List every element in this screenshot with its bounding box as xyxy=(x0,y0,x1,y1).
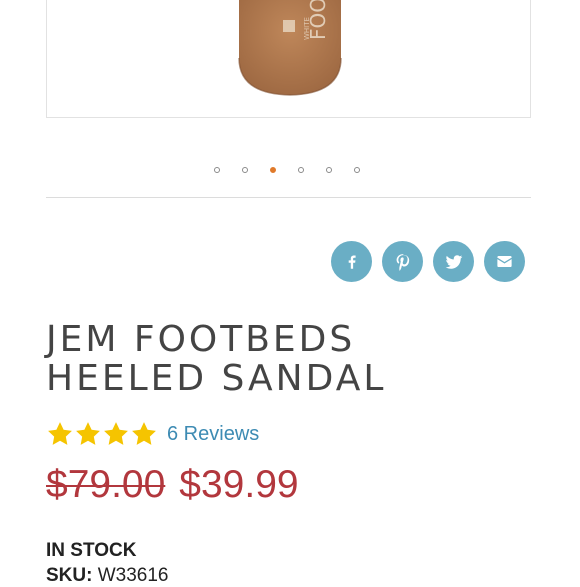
share-pinterest-button[interactable] xyxy=(382,241,423,282)
sandal-footbed-image: WHITE FOOT xyxy=(238,0,342,96)
star-icon xyxy=(48,422,72,445)
footbed-imprint: FOOT xyxy=(306,0,330,40)
carousel-dot-5[interactable] xyxy=(326,167,332,173)
twitter-icon xyxy=(445,254,462,269)
product-title-line-1: JEM FOOTBEDS xyxy=(46,319,356,360)
facebook-icon xyxy=(348,254,356,269)
email-icon xyxy=(497,255,512,268)
section-divider xyxy=(46,197,531,198)
share-facebook-button[interactable] xyxy=(331,241,372,282)
sku-value: W33616 xyxy=(97,565,169,586)
star-icon xyxy=(132,422,156,445)
carousel-dots xyxy=(0,167,580,177)
reviews-link[interactable]: 6 Reviews xyxy=(167,423,259,446)
share-twitter-button[interactable] xyxy=(433,241,474,282)
carousel-dot-4[interactable] xyxy=(298,167,304,173)
sku-line: SKU: W33616 xyxy=(46,565,169,587)
product-title-line-2: HEELED SANDAL xyxy=(46,358,387,399)
star-icon xyxy=(76,422,100,445)
product-title: JEM FOOTBEDS HEELED SANDAL xyxy=(46,320,386,398)
carousel-dot-1[interactable] xyxy=(214,167,220,173)
sale-price: $39.99 xyxy=(179,463,299,506)
star-icon xyxy=(104,422,128,445)
pinterest-icon xyxy=(396,253,409,271)
stock-status: IN STOCK xyxy=(46,540,137,561)
carousel-dot-6[interactable] xyxy=(354,167,360,173)
rating-row: 6 Reviews xyxy=(46,420,259,448)
carousel-dot-2[interactable] xyxy=(242,167,248,173)
price-row: $79.00 $39.99 xyxy=(46,460,299,510)
carousel-dot-3-active[interactable] xyxy=(270,167,276,173)
product-image-frame[interactable]: WHITE FOOT xyxy=(46,0,531,118)
share-email-button[interactable] xyxy=(484,241,525,282)
sku-label: SKU: xyxy=(46,565,93,586)
original-price: $79.00 xyxy=(46,463,166,506)
